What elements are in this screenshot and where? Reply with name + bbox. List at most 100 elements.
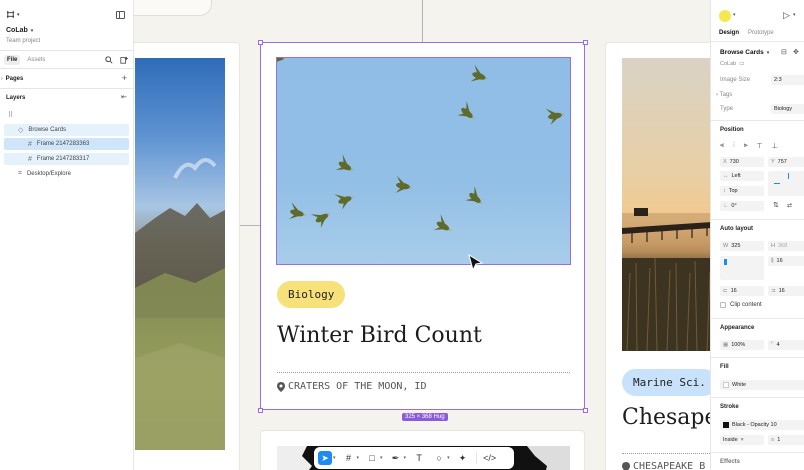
stroke-input[interactable]: Black - Opacity 10 [720,420,804,430]
actions-icon[interactable]: ✦ [456,451,470,465]
component-header[interactable]: Browse Cards ▾ [720,49,769,56]
chevron-down-icon[interactable]: ▾ [380,455,383,461]
x-input[interactable]: X 730 [720,157,764,167]
collapse-layers-icon[interactable]: ⇤ [121,93,127,101]
stroke-swatch [723,422,729,428]
text-icon[interactable]: T [412,451,426,465]
resize-handle[interactable] [258,40,263,45]
landscape-photo [135,58,225,450]
stroke-weight-input[interactable]: ≡ 1 [768,435,804,445]
layer-label: Frame 2147283363 [36,141,90,147]
layer-frame-2147283363[interactable]: # Frame 2147283363 [4,138,129,150]
padding-bottom-input[interactable]: ⊐ 16 [768,286,804,296]
align-right-icon[interactable]: ⫸ [744,142,748,150]
sidebar-tabs: File Assets [4,55,48,65]
auto-layout-heading: Auto layout [720,226,753,232]
component-icon[interactable]: ✥ [793,48,799,56]
padding-vertical-input[interactable]: ⊏ 16 [720,286,764,296]
rotation-input[interactable]: ∟ 0° [720,201,764,211]
divider [711,41,804,42]
tab-design[interactable]: Design [719,30,739,36]
prop-value-type[interactable]: Biology [771,104,804,114]
library-icon[interactable] [120,56,128,64]
chevron-down-icon[interactable]: ▾ [404,455,407,461]
project-name[interactable]: CoLab ▾ [6,27,33,34]
detach-icon[interactable]: ⊟ [781,48,787,56]
location-label: CHESAPEAKE B [633,461,706,470]
prop-value-image-size[interactable]: 2:3 [771,75,804,85]
constraint-vertical[interactable]: ↕ Top [720,186,764,196]
layer-browse-cards[interactable]: ◇ Browse Cards [4,124,129,136]
prop-label-type: Type [720,106,734,112]
tab-prototype[interactable]: Prototype [748,30,774,36]
align-top-icon[interactable]: ⊤ [757,142,763,150]
main-menu-button[interactable]: ▾ [6,10,20,19]
fill-heading: Fill [720,364,729,370]
resize-handle[interactable] [583,408,588,413]
layer-desktop-explore[interactable]: ⌗ Desktop/Explore [4,168,129,180]
avatar[interactable] [719,10,731,22]
search-icon[interactable] [105,56,113,64]
add-page-icon[interactable]: + [122,73,127,83]
effects-heading: Effects [720,459,741,465]
frame-icon: # [28,140,32,148]
chevron-down-icon[interactable]: ▾ [793,12,796,18]
frame-tool-icon[interactable]: # [342,451,356,465]
chevron-down-icon[interactable]: ▾ [733,12,736,18]
layers-sidebar: ▾ CoLab ▾ Team project File Assets › Pag… [0,0,134,470]
fill-input[interactable]: White [720,380,804,390]
resize-handle[interactable] [258,408,263,413]
layer-frame-2147283317[interactable]: # Frame 2147283317 [4,153,129,165]
flip-icon[interactable]: ⇅ [773,201,779,209]
chevron-down-icon[interactable]: ▾ [447,455,450,461]
y-input[interactable]: Y 757 [768,157,804,167]
opacity-input[interactable]: ▦ 100% [720,340,764,350]
rectangle-icon[interactable]: □ [365,451,379,465]
height-input[interactable]: H 368 [768,241,804,251]
layer-label: Browse Cards [28,127,67,133]
canvas[interactable]: Biology Winter Bird Count CRATERS OF THE… [134,0,710,470]
divider [711,219,804,220]
clip-content-checkbox[interactable] [720,302,726,308]
pages-section[interactable]: › Pages [1,76,23,82]
resize-handle[interactable] [583,40,588,45]
move-icon[interactable]: ➤ [318,451,332,465]
divider [711,357,804,358]
prop-label-image-size: Image Size [720,77,751,83]
chevron-down-icon[interactable]: ▾ [333,455,336,461]
gap-input[interactable]: ⫼ 16 [768,256,804,266]
play-icon[interactable]: ▷ [783,10,790,21]
component-icon: ◇ [18,127,24,134]
flip-horizontal-icon[interactable]: ⇄ [787,202,792,209]
align-left-icon[interactable]: ⫷ [720,142,724,150]
component-icon: ⌗ [18,170,22,177]
panel-tabs: Design Prototype [719,30,774,36]
align-center-icon[interactable]: ⫶ [733,142,735,150]
component-name: Browse Cards [720,49,764,56]
location-pin-icon [622,461,630,470]
bottom-toolbar: ➤ ▾ # ▾ □ ▾ ✒ ▾ T ○ ▾ ✦ </> [314,447,514,469]
card-right[interactable]: Marine Sci. Chesapea CHESAPEAKE B [605,42,710,470]
chevron-down-icon: ▾ [766,49,770,56]
card-left[interactable] [134,42,240,470]
radius-input[interactable]: ⌜ 4 [768,340,804,350]
clip-content-row[interactable]: Clip content [720,302,762,308]
frame-icon: # [28,155,32,163]
constraint-horizontal[interactable]: ↔ Left [720,171,764,181]
constraint-widget[interactable] [768,171,804,196]
dev-mode-icon[interactable]: </> [483,451,497,465]
chevron-down-icon[interactable]: ▾ [357,455,360,461]
stroke-heading: Stroke [720,404,739,410]
toggle-sidebar-icon[interactable] [116,11,125,19]
tab-assets[interactable]: Assets [24,55,48,65]
pen-icon[interactable]: ✒ [389,451,403,465]
pier-photo [622,58,710,351]
tab-file[interactable]: File [4,55,21,65]
stroke-position-select[interactable]: Inside ▾ [720,435,764,445]
guide-line [422,0,423,42]
width-input[interactable]: W 325 [720,241,764,251]
align-middle-icon[interactable]: ⊥ [772,142,778,150]
divider [711,120,804,121]
alignment-grid[interactable] [720,256,764,280]
comment-icon[interactable]: ○ [432,451,446,465]
